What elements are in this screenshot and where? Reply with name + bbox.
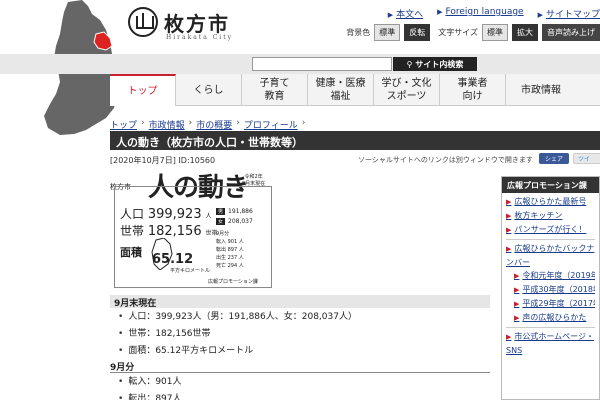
site-search-input[interactable]: [252, 57, 392, 71]
breadcrumb-city-overview[interactable]: 市の概要: [196, 118, 232, 131]
arrow-icon: ▶: [506, 333, 512, 341]
publish-date: [2020年10月7日]: [110, 156, 176, 165]
bg-standard-button[interactable]: 標準: [374, 24, 401, 41]
list-item: 人口：399,923人（男：191,886人、女：208,037人）: [118, 309, 357, 326]
list-item: 転出：897人: [118, 391, 181, 400]
arrow-icon: ▶: [387, 11, 394, 19]
page-meta: [2020年10月7日] ID:10560: [110, 155, 215, 166]
sidebar-item-backnumber[interactable]: ▶ 広報ひらかたバックナンバー: [506, 242, 595, 269]
nav-top[interactable]: トップ: [110, 74, 176, 106]
city-emblem-icon: [128, 7, 158, 37]
search-button-label: サイト内検索: [415, 59, 464, 69]
sidebar-item-r1[interactable]: ▶令和元年度（2019年度）: [506, 269, 595, 283]
facebook-share-button[interactable]: シェア: [539, 153, 569, 164]
sidebar-item-sns[interactable]: ▶ 市公式ホームページ・SNS: [506, 330, 595, 357]
breadcrumb-profile[interactable]: プロフィール: [244, 118, 298, 131]
utility-links: ▶ 本文へ ▶ Foreign language ▶ サイトマップ: [388, 7, 600, 20]
sidebar-separator: [506, 239, 595, 240]
arrow-icon: ▶: [506, 198, 512, 206]
current-stats-list: 人口：399,923人（男：191,886人、女：208,037人） 世帯：18…: [118, 309, 357, 360]
arrow-icon: ▶: [506, 226, 512, 234]
arrow-icon: ▶: [514, 314, 520, 322]
infographic-population: 人口 399,923 人: [120, 207, 212, 222]
skip-to-content-link[interactable]: ▶ 本文へ: [388, 7, 423, 20]
nav-living[interactable]: くらし: [176, 74, 242, 106]
current-section-heading: 9月末現在: [110, 295, 490, 309]
sitemap-link[interactable]: ▶ サイトマップ: [538, 7, 600, 20]
breadcrumb: トップ › 市政情報 › 市の概要 › プロフィール ›: [110, 118, 305, 131]
monthly-stats-list: 転入：901人 転出：897人: [118, 374, 181, 400]
social-note: ソーシャルサイトへのリンクは別ウィンドウで開きます: [358, 156, 533, 164]
foreign-language-link[interactable]: ▶ Foreign language: [437, 7, 523, 20]
sidebar-item-h30[interactable]: ▶平成30年度（2018年度）: [506, 283, 595, 297]
text-standard-button[interactable]: 標準: [482, 24, 508, 41]
sidebar-title: 広報プロモーション課: [502, 177, 599, 193]
arrow-icon: ▶: [514, 272, 520, 280]
male-tag: 男: [216, 208, 226, 215]
bg-color-label: 背景色: [346, 28, 371, 37]
sidebar-item-kitchen[interactable]: ▶ 枚方キッチン: [506, 209, 595, 223]
sidebar-item-latest-issue[interactable]: ▶ 広報ひらかた最新号: [506, 195, 595, 209]
voice-read-button[interactable]: 音声読み上げ: [542, 24, 600, 41]
section-divider: [110, 372, 490, 373]
breadcrumb-separator: ›: [301, 118, 306, 128]
breadcrumb-separator: ›: [141, 118, 145, 128]
male-value: 191,886: [228, 208, 253, 215]
arrow-icon: ▶: [514, 286, 520, 294]
page-id: ID:10560: [178, 156, 216, 165]
infographic-area-label: 面積: [120, 246, 142, 259]
nav-city-info[interactable]: 市政情報: [506, 74, 576, 106]
global-nav: トップ くらし 子育て 教育 健康・医療 福祉 学び・文化 スポーツ 事業者 向…: [110, 74, 600, 106]
logo-title: 枚方市: [164, 12, 230, 36]
arrow-icon: ▶: [437, 8, 443, 16]
nav-childcare-education[interactable]: 子育て 教育: [242, 74, 308, 106]
city-logo[interactable]: 枚方市 Hirakata City: [128, 6, 248, 42]
list-item: 面積：65.12平方キロメートル: [118, 343, 357, 360]
female-value: 208,037: [228, 218, 253, 225]
nav-health-welfare[interactable]: 健康・医療 福祉: [308, 74, 374, 106]
list-item: 転入：901人: [118, 374, 181, 391]
infographic-area-value: 65.12: [152, 252, 194, 267]
search-icon: ⚲: [406, 59, 413, 69]
text-enlarge-button[interactable]: 拡大: [512, 24, 538, 41]
breadcrumb-separator: ›: [188, 118, 193, 128]
female-tag: 女: [216, 218, 226, 225]
infographic-credit: 広報プロモーション課: [208, 279, 258, 285]
list-item: 世帯：182,156世帯: [118, 326, 357, 343]
breadcrumb-top[interactable]: トップ: [110, 118, 137, 131]
sidebar-item-voice[interactable]: ▶ 声の広報ひらかた: [506, 311, 595, 325]
arrow-icon: ▶: [506, 245, 512, 253]
sidebar-item-panthers[interactable]: ▶ パンサーズが行く！: [506, 223, 595, 237]
arrow-icon: ▶: [514, 300, 520, 308]
breadcrumb-separator: ›: [236, 118, 240, 128]
sidebar-item-h29[interactable]: ▶平成29年度（2017年度）: [506, 297, 595, 311]
logo-subtitle: Hirakata City: [166, 34, 234, 41]
infographic-area-unit: 平方キロメートル: [170, 268, 211, 274]
arrow-icon: ▶: [506, 212, 512, 220]
nav-culture-sports[interactable]: 学び・文化 スポーツ: [374, 74, 440, 106]
population-infographic: 枚方市 人の動き 令和2年 9月末現在 人口 399,923 人 世帯 182,…: [110, 170, 272, 288]
infographic-households: 世帯 182,156 世帯: [120, 224, 218, 239]
bg-reverse-button[interactable]: 反転: [404, 24, 431, 41]
breadcrumb-city-info[interactable]: 市政情報: [149, 118, 185, 131]
nav-business[interactable]: 事業者 向け: [440, 74, 506, 106]
text-size-label: 文字サイズ: [438, 28, 478, 37]
sidebar-list: ▶ 広報ひらかた最新号 ▶ 枚方キッチン ▶ パンサーズが行く！ ▶ 広報ひらかたバック…: [502, 193, 599, 359]
search-bar: ⚲ サイト内検索: [0, 54, 600, 74]
sidebar: 広報プロモーション課 ▶ 広報ひらかた最新号 ▶ 枚方キッチン ▶ パンサーズが行く！…: [501, 176, 600, 400]
sidebar-separator: [506, 327, 595, 328]
twitter-share-button[interactable]: ツイ: [573, 153, 600, 164]
display-controls: 背景色 標準 反転 文字サイズ 標準 拡大 音声読み上げ: [342, 24, 600, 41]
site-header: 枚方市 Hirakata City ▶ 本文へ ▶ Foreign language…: [0, 0, 600, 135]
infographic-monthly: 9月分 転入 901 人 転出 897 人 出生 237 人 死亡 294 人: [216, 231, 244, 269]
site-search-button[interactable]: ⚲ サイト内検索: [393, 57, 477, 71]
page-title: 人の動き（枚方市の人口・世帯数等）: [110, 131, 600, 150]
arrow-icon: ▶: [537, 11, 543, 19]
